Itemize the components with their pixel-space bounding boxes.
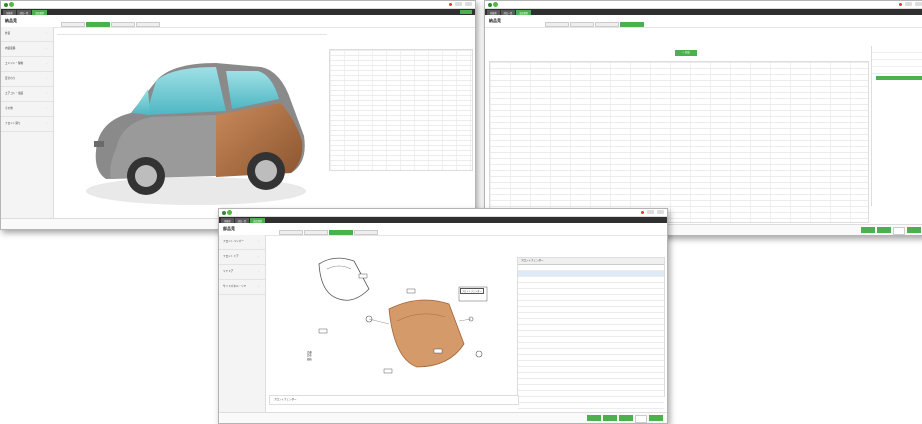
viewer-toolbar [57,28,327,35]
callout-label: フロントフェンダー [460,288,484,294]
estimate-table[interactable] [489,61,869,223]
step-1[interactable] [545,22,569,27]
logo [488,2,498,8]
summary-panel [871,46,922,206]
step-2[interactable] [304,230,328,235]
summary-row [872,46,922,53]
page-title: 納品見 [489,18,501,23]
menu-icon[interactable] [915,2,922,6]
sidebar-item-2[interactable]: フロントドア [219,250,265,265]
step-3[interactable] [329,230,353,235]
header: 部品見 [219,223,667,236]
top-right-icons [641,210,664,214]
user-icon[interactable] [905,2,912,6]
parts-list-header: フロントフェンダー [518,258,664,265]
sidebar-item-3[interactable]: リヤドア [219,265,265,280]
list-item[interactable] [518,403,664,409]
summary-row [872,67,922,74]
car-3d-model[interactable] [76,41,316,211]
category-sidebar: 外装 内装装備 エンジン・駆動 足まわり エアコン・電装 その他 フロント廻り [1,27,54,219]
menu-icon[interactable] [465,2,472,6]
parts-list[interactable]: フロントフェンダー [517,257,665,409]
user-icon[interactable] [647,210,654,214]
sidebar-item-6[interactable]: その他 [1,102,53,117]
save-button[interactable] [460,10,472,14]
footer-button-3[interactable] [893,227,905,235]
sidebar-item-4[interactable]: サイドパネル・リヤ [219,280,265,295]
note-line: 価格 [307,357,312,361]
sidebar-item-3[interactable]: エンジン・駆動 [1,57,53,72]
footer-button-1[interactable] [861,227,875,233]
top-right-icons [899,2,922,6]
sidebar-item-1[interactable]: 外装 [1,27,53,42]
logo [4,2,14,8]
step-3[interactable] [595,22,619,27]
step-progress [279,230,378,235]
step-2[interactable] [570,22,594,27]
top-bar [1,1,475,9]
category-sidebar: フロントバンパー フロントドア リヤドア サイドパネル・リヤ [219,235,266,413]
page-title: 納品見 [5,18,17,23]
notification-icon[interactable] [641,210,644,214]
step-4[interactable] [136,22,160,27]
summary-row [872,60,922,67]
step-2[interactable] [86,22,110,27]
footer-button-4[interactable] [907,227,921,233]
notification-icon[interactable] [449,2,452,6]
user-icon[interactable] [455,2,462,6]
sidebar-item-7[interactable]: フロント廻り [1,117,53,132]
parts-exploded-diagram[interactable] [299,249,499,389]
window-parts-diagram: 見積書 部品一覧 部品選択 部品見 フロントバンパー フロントドア リヤドア サ… [218,208,668,424]
step-1[interactable] [279,230,303,235]
sidebar-item-1[interactable]: フロントバンパー [219,235,265,250]
window-car-3d-view: 見積書 部品一覧 部品選択 納品見 外装 内装装備 エンジン・駆動 足まわり エ… [0,0,476,230]
diagram-note: 品番 品名 価格 [307,351,312,361]
logo [222,210,232,216]
page-title: 部品見 [223,226,235,231]
step-3[interactable] [111,22,135,27]
footer-button-2[interactable] [877,227,891,233]
footer-bar [219,412,667,423]
step-progress [545,22,644,27]
top-bar [485,1,922,9]
parts-table[interactable] [329,49,473,171]
sidebar-item-4[interactable]: 足まわり [1,72,53,87]
total-chip [876,76,922,80]
step-4[interactable] [354,230,378,235]
add-button[interactable]: + 追加 [675,50,697,56]
selected-part-row[interactable]: フロントフェンダー [269,395,519,405]
step-progress [61,22,160,27]
header: 納品見 [1,15,475,28]
window-estimate-table: 見積書 部品一覧 部品選択 納品見 + 追加 [484,0,922,236]
callout-line: フロントフェンダー [462,290,482,293]
footer-button-3[interactable] [619,415,633,421]
sidebar-item-5[interactable]: エアコン・電装 [1,87,53,102]
top-right-icons [449,2,472,6]
step-4[interactable] [620,22,644,27]
step-1[interactable] [61,22,85,27]
footer-button-1[interactable] [587,415,601,421]
sidebar-item-2[interactable]: 内装装備 [1,42,53,57]
footer-button-5[interactable] [649,415,663,421]
header: 納品見 [485,15,922,28]
summary-row [872,53,922,60]
top-bar [219,209,667,217]
menu-icon[interactable] [657,210,664,214]
notification-icon[interactable] [899,2,902,6]
footer-button-2[interactable] [603,415,617,421]
